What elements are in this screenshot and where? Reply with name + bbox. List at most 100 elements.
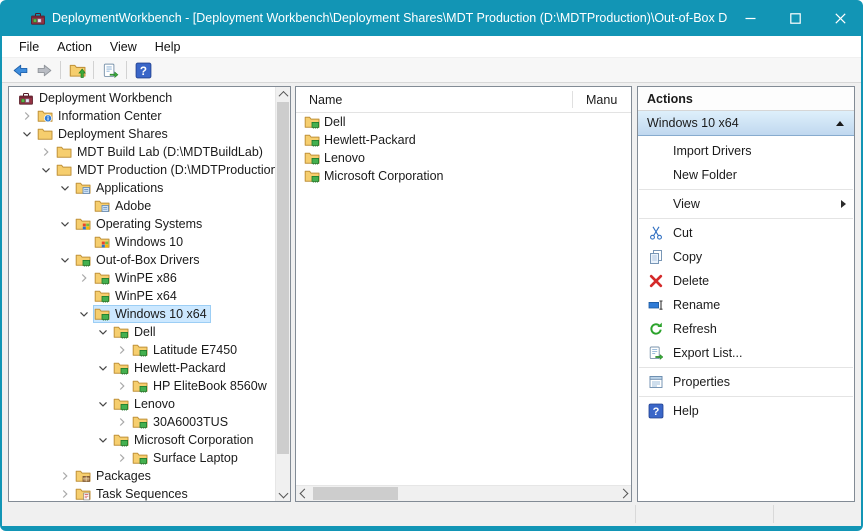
tree-item-mdt-production[interactable]: MDT Production (D:\MDTProduction) xyxy=(9,161,275,179)
tree-item-applications[interactable]: Applications xyxy=(9,179,275,197)
tree-item-deployment-shares[interactable]: Deployment Shares xyxy=(9,125,275,143)
column-divider[interactable] xyxy=(572,91,573,108)
column-header-manufacturer[interactable]: Manu xyxy=(586,93,617,107)
action-import-drivers[interactable]: Import Drivers xyxy=(638,139,854,163)
tree-item-out-of-box-drivers[interactable]: Out-of-Box Drivers xyxy=(9,251,275,269)
up-one-level-button[interactable] xyxy=(65,59,89,81)
export-list-button[interactable] xyxy=(98,59,122,81)
chevron-collapsed-icon[interactable] xyxy=(55,486,74,501)
menu-view[interactable]: View xyxy=(101,38,146,56)
chevron-expanded-icon[interactable] xyxy=(55,180,74,196)
tree-item-winpe-x86[interactable]: WinPE x86 xyxy=(9,269,275,287)
window-title: DeploymentWorkbench - [Deployment Workbe… xyxy=(52,11,728,25)
chevron-collapsed-icon[interactable] xyxy=(112,414,131,430)
list-item-hewlett-packard[interactable]: Hewlett-Packard xyxy=(296,131,631,149)
chevron-collapsed-icon[interactable] xyxy=(55,468,74,484)
chevron-collapsed-icon[interactable] xyxy=(112,378,131,394)
forward-button[interactable] xyxy=(32,59,56,81)
tree-item-task-sequences[interactable]: Task Sequences xyxy=(9,485,275,501)
tree-item-label: Adobe xyxy=(115,198,155,215)
close-button[interactable] xyxy=(818,0,863,36)
list-item-label: Hewlett-Packard xyxy=(324,132,420,149)
tree-item-winpe-x64[interactable]: WinPE x64 xyxy=(9,287,275,305)
action-label: Copy xyxy=(673,250,702,264)
list-item-dell[interactable]: Dell xyxy=(296,113,631,131)
action-properties[interactable]: Properties xyxy=(638,370,854,394)
scrollbar-thumb[interactable] xyxy=(313,487,398,500)
tree-item-lenovo[interactable]: Lenovo xyxy=(9,395,275,413)
chevron-expanded-icon[interactable] xyxy=(55,216,74,232)
collapse-section-icon[interactable] xyxy=(836,121,844,126)
chevron-spacer xyxy=(74,198,93,214)
chevron-spacer xyxy=(74,288,93,304)
tree-item-microsoft-corporation[interactable]: Microsoft Corporation xyxy=(9,431,275,449)
app-folder-icon xyxy=(75,180,91,196)
action-view[interactable]: View xyxy=(638,192,854,216)
chevron-collapsed-icon[interactable] xyxy=(74,270,93,286)
list-horizontal-scrollbar[interactable] xyxy=(296,485,631,501)
action-help[interactable]: Help xyxy=(638,399,854,423)
menu-file[interactable]: File xyxy=(10,38,48,56)
chevron-collapsed-icon[interactable] xyxy=(112,450,131,466)
tree-item-label: Windows 10 xyxy=(115,234,187,251)
chevron-expanded-icon[interactable] xyxy=(55,252,74,268)
action-export-list[interactable]: Export List... xyxy=(638,341,854,365)
menu-bar: File Action View Help xyxy=(2,36,861,58)
chevron-collapsed-icon[interactable] xyxy=(36,144,55,160)
tree-item-label: Hewlett-Packard xyxy=(134,360,230,377)
chevron-expanded-icon[interactable] xyxy=(36,162,55,178)
list-item-microsoft-corporation[interactable]: Microsoft Corporation xyxy=(296,167,631,185)
tree-item-deployment-workbench[interactable]: Deployment Workbench xyxy=(9,89,275,107)
tree-item-hewlett-packard[interactable]: Hewlett-Packard xyxy=(9,359,275,377)
action-copy[interactable]: Copy xyxy=(638,245,854,269)
chevron-collapsed-icon[interactable] xyxy=(17,108,36,124)
chevron-expanded-icon[interactable] xyxy=(93,360,112,376)
action-new-folder[interactable]: New Folder xyxy=(638,163,854,187)
tree-item-surface-laptop[interactable]: Surface Laptop xyxy=(9,449,275,467)
maximize-button[interactable] xyxy=(773,0,818,36)
tree-item-mdt-build-lab[interactable]: MDT Build Lab (D:\MDTBuildLab) xyxy=(9,143,275,161)
chevron-expanded-icon[interactable] xyxy=(17,126,36,142)
back-button[interactable] xyxy=(8,59,32,81)
scrollbar-thumb[interactable] xyxy=(277,102,289,454)
scroll-right-button[interactable] xyxy=(615,486,631,501)
tree-vertical-scrollbar[interactable] xyxy=(275,87,290,501)
list-item-lenovo[interactable]: Lenovo xyxy=(296,149,631,167)
scroll-up-button[interactable] xyxy=(276,87,290,102)
tree-item-information-center[interactable]: Information Center xyxy=(9,107,275,125)
driver-folder-icon xyxy=(94,288,110,304)
tree-item-adobe[interactable]: Adobe xyxy=(9,197,275,215)
no-icon xyxy=(648,143,664,159)
chevron-expanded-icon[interactable] xyxy=(93,324,112,340)
title-bar[interactable]: DeploymentWorkbench - [Deployment Workbe… xyxy=(0,0,863,36)
tree-item-30a6003tus[interactable]: 30A6003TUS xyxy=(9,413,275,431)
toolbar-separator xyxy=(60,61,61,79)
tree-item-windows-10-x64[interactable]: Windows 10 x64 xyxy=(9,305,275,323)
menu-help[interactable]: Help xyxy=(146,38,190,56)
chevron-expanded-icon[interactable] xyxy=(74,306,93,322)
status-bar xyxy=(2,502,861,526)
chevron-expanded-icon[interactable] xyxy=(93,432,112,448)
action-cut[interactable]: Cut xyxy=(638,221,854,245)
actions-section-header[interactable]: Windows 10 x64 xyxy=(638,111,854,136)
close-icon xyxy=(835,13,846,24)
chevron-expanded-icon[interactable] xyxy=(93,396,112,412)
chevron-collapsed-icon[interactable] xyxy=(112,342,131,358)
action-rename[interactable]: Rename xyxy=(638,293,854,317)
tree-item-operating-systems[interactable]: Operating Systems xyxy=(9,215,275,233)
scroll-down-button[interactable] xyxy=(276,486,290,501)
menu-action[interactable]: Action xyxy=(48,38,101,56)
folder-icon xyxy=(56,162,72,178)
tree-item-dell[interactable]: Dell xyxy=(9,323,275,341)
help-button[interactable] xyxy=(131,59,155,81)
tree-item-hp-elitebook-8560w[interactable]: HP EliteBook 8560w xyxy=(9,377,275,395)
scroll-left-button[interactable] xyxy=(296,486,312,501)
tree-item-windows-10[interactable]: Windows 10 xyxy=(9,233,275,251)
column-header-name[interactable]: Name xyxy=(296,93,342,107)
minimize-button[interactable] xyxy=(728,0,773,36)
action-refresh[interactable]: Refresh xyxy=(638,317,854,341)
action-delete[interactable]: Delete xyxy=(638,269,854,293)
tree-item-latitude-e7450[interactable]: Latitude E7450 xyxy=(9,341,275,359)
chevron-spacer xyxy=(74,234,93,250)
tree-item-packages[interactable]: Packages xyxy=(9,467,275,485)
